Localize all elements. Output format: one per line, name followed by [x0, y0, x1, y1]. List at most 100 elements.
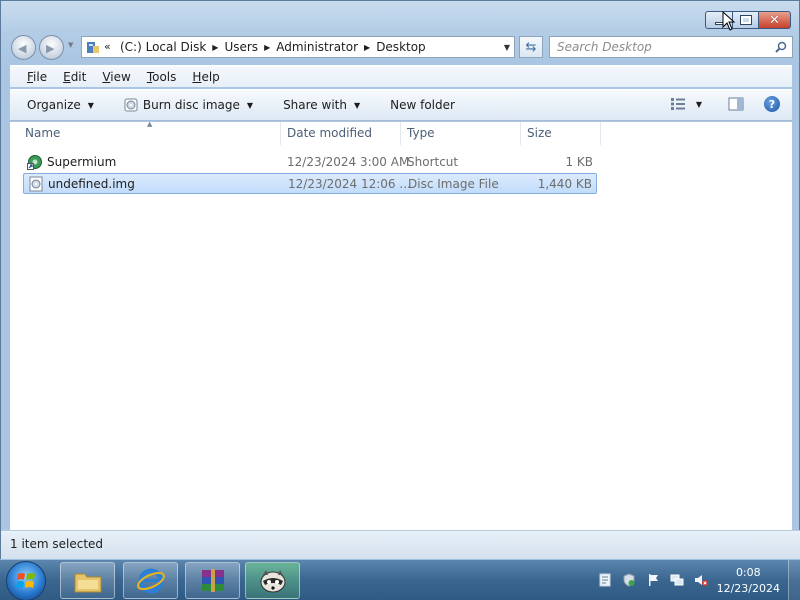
taskbar: 0:08 12/23/2024 [0, 559, 800, 600]
share-with-button[interactable]: Share with ▼ [283, 98, 360, 112]
forward-arrow-icon: ▶ [46, 42, 55, 55]
clock-time: 0:08 [735, 566, 761, 579]
burn-disc-image-label: Burn disc image [142, 98, 240, 112]
disc-image-icon [29, 176, 43, 192]
forward-button[interactable]: ▶ [39, 35, 64, 60]
column-divider[interactable] [280, 122, 281, 145]
chevron-down-icon: ▼ [87, 100, 94, 110]
column-header-name[interactable]: Name [25, 126, 60, 140]
refresh-icon: ⇆ [525, 39, 537, 55]
file-row-supermium[interactable]: Supermium 12/23/2024 3:00 AM Shortcut 1 … [23, 152, 597, 173]
search-icon[interactable] [775, 41, 787, 53]
new-folder-label: New folder [390, 98, 455, 112]
address-bar[interactable]: « (C:) Local Disk ▶ Users ▶ Administrato… [81, 36, 515, 58]
breadcrumb-separator-icon[interactable]: ▶ [364, 43, 370, 52]
view-controls: ▼ ? [670, 96, 780, 112]
close-button[interactable]: ✕ [759, 11, 791, 29]
chevron-down-icon: ▼ [246, 100, 254, 110]
menu-help[interactable]: Help [192, 70, 219, 84]
volume-muted-icon[interactable] [694, 573, 708, 587]
recent-pages-dropdown-icon[interactable]: ▼ [68, 41, 73, 49]
maximize-icon [739, 15, 752, 25]
windows-logo-icon [16, 573, 35, 588]
taskbar-raccoon-app[interactable] [245, 562, 300, 599]
network-icon[interactable] [670, 573, 684, 587]
action-center-flag-icon[interactable] [646, 573, 660, 587]
breadcrumb-separator-icon[interactable]: ▶ [212, 43, 218, 52]
file-list: Name ▲ Date modified Type Size Supermium… [10, 120, 792, 530]
organize-label: Organize [27, 98, 81, 112]
command-bar: Organize ▼ Burn disc image ▼ Share with ▼ N… [10, 89, 792, 121]
breadcrumb-administrator[interactable]: Administrator [276, 40, 358, 54]
system-clock[interactable]: 0:08 12/23/2024 [717, 565, 780, 597]
share-with-label: Share with [283, 98, 347, 112]
file-size: 1,440 KB [537, 177, 592, 191]
address-dropdown-icon[interactable]: ▼ [504, 43, 510, 52]
address-overflow-icon[interactable]: « [104, 40, 111, 53]
help-icon[interactable]: ? [764, 96, 780, 112]
menu-edit[interactable]: Edit [63, 70, 86, 84]
chevron-down-icon: ▼ [353, 100, 361, 110]
clock-date: 12/23/2024 [716, 582, 780, 595]
maximize-button[interactable] [733, 11, 759, 29]
change-view-icon[interactable] [670, 97, 686, 111]
internet-explorer-icon [136, 568, 165, 593]
folder-location-icon [87, 42, 99, 53]
column-divider[interactable] [600, 122, 601, 145]
breadcrumb: (C:) Local Disk ▶ Users ▶ Administrator … [120, 40, 426, 54]
navigation-bar: ◀ ▶ ▼ « (C:) Local Disk ▶ Users ▶ Admini… [9, 33, 793, 61]
shortcut-icon [27, 155, 42, 170]
status-text: 1 item selected [10, 537, 104, 551]
caption-buttons: ✕ [705, 11, 791, 29]
refresh-button[interactable]: ⇆ [519, 36, 543, 58]
explorer-window: ✕ ◀ ▶ ▼ « (C:) Local Disk ▶ Users ▶ Admi… [0, 0, 800, 560]
security-shield-icon[interactable] [622, 573, 636, 587]
file-size: 1 KB [565, 155, 593, 169]
sort-ascending-icon: ▲ [147, 120, 153, 128]
taskbar-winrar[interactable] [185, 562, 240, 599]
winrar-icon [201, 568, 224, 592]
search-placeholder: Search Desktop [557, 40, 652, 54]
file-type: Disc Image File [408, 177, 499, 191]
document-tray-icon[interactable] [598, 573, 612, 587]
file-name: undefined.img [48, 177, 135, 191]
menu-file[interactable]: File [27, 70, 47, 84]
menu-view[interactable]: View [102, 70, 130, 84]
file-date-modified: 12/23/2024 3:00 AM [287, 155, 410, 169]
taskbar-internet-explorer[interactable] [123, 562, 178, 599]
close-icon: ✕ [769, 12, 780, 28]
view-options-chevron-icon[interactable]: ▼ [696, 100, 702, 109]
file-explorer-icon [74, 573, 101, 592]
taskbar-file-explorer[interactable] [60, 562, 115, 599]
menu-bar: File Edit View Tools Help [10, 65, 792, 87]
show-desktop-button[interactable] [788, 560, 800, 600]
burn-disc-icon [124, 98, 138, 112]
preview-pane-icon[interactable] [728, 97, 744, 111]
file-row-undefined-img[interactable]: undefined.img 12/23/2024 12:06 ... Disc … [23, 173, 597, 194]
back-button[interactable]: ◀ [11, 35, 36, 60]
file-name: Supermium [47, 155, 117, 169]
breadcrumb-desktop[interactable]: Desktop [376, 40, 426, 54]
breadcrumb-users[interactable]: Users [224, 40, 258, 54]
column-divider[interactable] [520, 122, 521, 145]
search-input[interactable]: Search Desktop [549, 36, 793, 58]
file-type: Shortcut [407, 155, 459, 169]
breadcrumb-local-disk[interactable]: (C:) Local Disk [120, 40, 206, 54]
status-bar: 1 item selected [1, 530, 800, 560]
column-header-date-modified[interactable]: Date modified [287, 126, 372, 140]
burn-disc-image-button[interactable]: Burn disc image ▼ [124, 98, 253, 112]
file-date-modified: 12/23/2024 12:06 ... [288, 177, 411, 191]
notification-area: 0:08 12/23/2024 [568, 560, 800, 600]
new-folder-button[interactable]: New folder [390, 98, 455, 112]
column-header-type[interactable]: Type [407, 126, 435, 140]
breadcrumb-separator-icon[interactable]: ▶ [264, 43, 270, 52]
column-headers: Name ▲ Date modified Type Size [10, 120, 792, 145]
back-arrow-icon: ◀ [18, 42, 27, 55]
start-button[interactable] [6, 561, 46, 600]
column-divider[interactable] [400, 122, 401, 145]
menu-tools[interactable]: Tools [147, 70, 177, 84]
raccoon-app-icon [260, 569, 285, 592]
column-header-size[interactable]: Size [527, 126, 552, 140]
mouse-cursor-icon [722, 11, 736, 31]
organize-button[interactable]: Organize ▼ [27, 98, 94, 112]
